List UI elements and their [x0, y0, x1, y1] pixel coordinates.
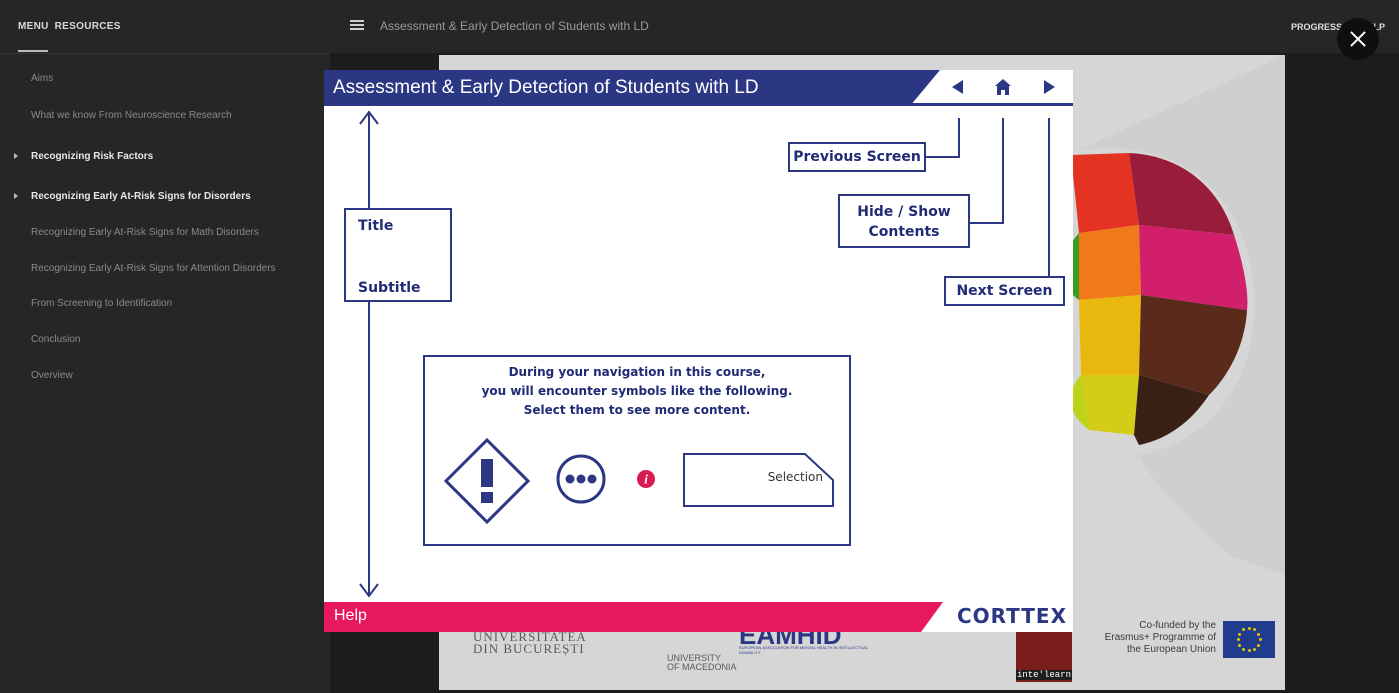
info-line: you will encounter symbols like the foll… — [481, 384, 793, 398]
sidebar-item-conclusion[interactable]: Conclusion — [31, 334, 80, 345]
app-root: MENU RESOURCES Aims What we know From Ne… — [0, 0, 1399, 693]
more-options-icon[interactable] — [555, 453, 607, 505]
header-rule — [324, 103, 1073, 106]
sidebar-item-label: Recognizing Early At-Risk Signs for Atte… — [31, 263, 276, 274]
previous-screen-callout: Previous Screen — [788, 142, 926, 172]
info-icon[interactable]: i — [636, 469, 656, 489]
university-macedonia-logo-2: OF MACEDONIA — [667, 662, 737, 672]
sidebar-item-label: What we know From Neuroscience Research — [31, 110, 232, 121]
tab-menu[interactable]: MENU — [18, 21, 49, 32]
vertical-double-arrow — [359, 110, 379, 598]
eu-star-icon — [1258, 638, 1262, 641]
eu-star-icon — [1247, 627, 1251, 630]
connector-line — [1002, 118, 1004, 224]
eu-star-icon — [1237, 632, 1241, 636]
tab-resources[interactable]: RESOURCES — [55, 21, 121, 32]
eu-star-icon — [1236, 638, 1240, 641]
corttex-logo: CORTTEX — [956, 604, 1067, 628]
hide-show-contents-callout: Hide / Show Contents — [838, 194, 970, 248]
connector-line — [958, 118, 960, 158]
info-line: Select them to see more content. — [523, 403, 751, 417]
sidebar-item-screening[interactable]: From Screening to Identification — [31, 298, 172, 309]
connector-line — [924, 156, 960, 158]
eu-star-icon — [1253, 647, 1256, 651]
sidebar-item-label: Recognizing Risk Factors — [31, 151, 154, 162]
sidebar-item-label: Recognizing Early At-Risk Signs for Diso… — [31, 191, 251, 202]
eu-star-icon — [1242, 628, 1245, 632]
university-bucharest-logo: DIN BUCUREȘTI — [473, 641, 585, 656]
close-button[interactable] — [1337, 18, 1379, 60]
footer-help-button[interactable]: Help — [334, 607, 367, 625]
symbols-info-box: During your navigation in this course, y… — [423, 355, 851, 546]
sidebar-item-risk-factors[interactable]: Recognizing Risk Factors — [14, 151, 154, 162]
connector-line — [1048, 118, 1050, 278]
sidebar-item-math-disorders[interactable]: Recognizing Early At-Risk Signs for Math… — [31, 227, 259, 238]
active-tab-indicator — [18, 50, 48, 52]
info-text: During your navigation in this course, y… — [425, 363, 849, 420]
sidebar-item-label: Recognizing Early At-Risk Signs for Math… — [31, 227, 259, 238]
info-line: During your navigation in this course, — [508, 365, 766, 379]
eamhid-logo-subtitle: EUROPEAN ASSOCIATION FOR MENTAL HEALTH I… — [739, 645, 868, 655]
svg-text:i: i — [644, 472, 648, 487]
subtitle-callout-label: Subtitle — [358, 280, 421, 296]
sidebar-item-label: Overview — [31, 370, 73, 381]
next-screen-button[interactable] — [1044, 80, 1055, 94]
caret-right-icon — [14, 193, 18, 199]
sidebar-item-attention-disorders[interactable]: Recognizing Early At-Risk Signs for Atte… — [31, 263, 276, 274]
eu-star-icon — [1237, 643, 1241, 647]
sidebar-item-label: Aims — [31, 73, 54, 84]
help-modal: Assessment & Early Detection of Students… — [324, 70, 1073, 632]
eu-funding-text: Co-funded by the Erasmus+ Programme of t… — [1104, 620, 1216, 655]
top-bar: Assessment & Early Detection of Students… — [330, 0, 1399, 53]
sidebar-item-label: Conclusion — [31, 334, 81, 345]
sidebar-divider — [0, 53, 330, 54]
header-panel-wedge — [910, 70, 940, 106]
hamburger-menu-icon[interactable] — [350, 20, 364, 30]
previous-screen-button[interactable] — [952, 80, 963, 94]
sidebar-item-early-signs[interactable]: Recognizing Early At-Risk Signs for Diso… — [14, 191, 251, 202]
eu-star-icon — [1253, 628, 1256, 632]
eu-star-icon — [1247, 649, 1251, 652]
eu-flag-icon — [1223, 621, 1275, 658]
modal-footer: Help CORTTEX — [324, 602, 1073, 632]
eu-star-icon — [1257, 632, 1261, 636]
sidebar-item-overview[interactable]: Overview — [31, 370, 73, 381]
connector-line — [968, 222, 1004, 224]
footer-logo-wedge — [921, 602, 943, 632]
next-screen-callout: Next Screen — [944, 276, 1065, 306]
sidebar: MENU RESOURCES Aims What we know From Ne… — [0, 0, 330, 693]
modal-header: Assessment & Early Detection of Students… — [324, 70, 1073, 106]
home-icon[interactable] — [994, 78, 1012, 96]
exclamation-diamond-icon[interactable] — [443, 437, 531, 525]
caret-right-icon — [14, 153, 18, 159]
sidebar-item-label: From Screening to Identification — [31, 298, 173, 309]
sidebar-item-aims[interactable]: Aims — [31, 73, 53, 84]
selection-label: Selection — [767, 470, 823, 484]
eu-star-icon — [1242, 647, 1245, 651]
title-callout-label: Title — [358, 218, 394, 234]
sidebar-tabs: MENU RESOURCES — [18, 21, 121, 32]
eu-star-icon — [1257, 643, 1261, 647]
title-subtitle-callout: Title Subtitle — [344, 208, 452, 302]
progress-link[interactable]: PROGRESS — [1291, 22, 1342, 32]
course-title: Assessment & Early Detection of Students… — [380, 19, 649, 33]
modal-header-title: Assessment & Early Detection of Students… — [333, 77, 759, 98]
sidebar-item-neuroscience[interactable]: What we know From Neuroscience Research — [31, 110, 232, 121]
